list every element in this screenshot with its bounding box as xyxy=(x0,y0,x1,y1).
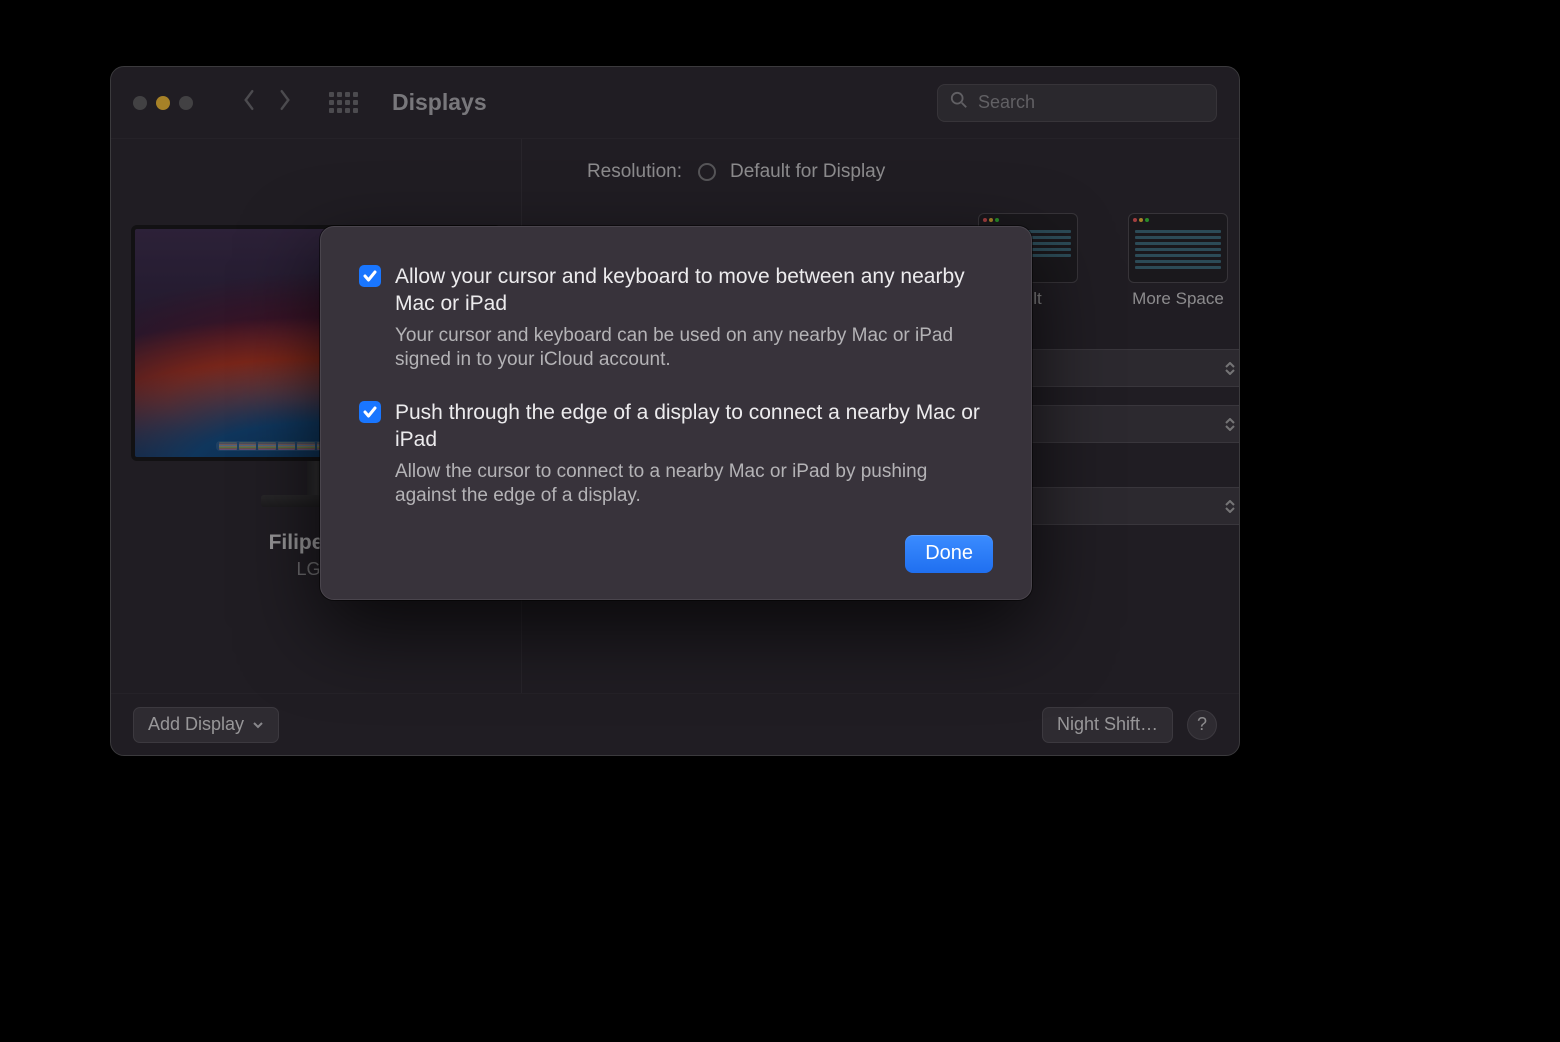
option1-description: Your cursor and keyboard can be used on … xyxy=(395,324,993,373)
universal-control-sheet: Allow your cursor and keyboard to move b… xyxy=(320,226,1032,600)
updown-icon xyxy=(1225,362,1235,375)
zoom-button[interactable] xyxy=(179,96,193,110)
option1-title: Allow your cursor and keyboard to move b… xyxy=(395,263,993,318)
checkbox-push-through-edge[interactable] xyxy=(359,401,381,423)
updown-icon xyxy=(1225,418,1235,431)
option-allow-cursor-keyboard: Allow your cursor and keyboard to move b… xyxy=(359,263,993,373)
resolution-label: Resolution: xyxy=(552,161,682,183)
minimize-button[interactable] xyxy=(156,96,170,110)
option-push-through-edge: Push through the edge of a display to co… xyxy=(359,399,993,509)
done-label: Done xyxy=(925,542,973,564)
window-controls xyxy=(133,96,193,110)
toolbar: Displays xyxy=(111,67,1239,139)
checkmark-icon xyxy=(363,270,377,282)
add-display-label: Add Display xyxy=(148,714,244,735)
done-button[interactable]: Done xyxy=(905,535,993,573)
help-button[interactable]: ? xyxy=(1187,710,1217,740)
updown-icon xyxy=(1225,500,1235,513)
night-shift-label: Night Shift… xyxy=(1057,714,1158,735)
window-footer: Add Display Night Shift… ? xyxy=(111,693,1239,755)
chevron-down-icon xyxy=(252,721,264,729)
close-button[interactable] xyxy=(133,96,147,110)
forward-button[interactable] xyxy=(277,89,293,116)
sheet-actions: Done xyxy=(359,535,993,573)
scaled-thumb-more xyxy=(1128,213,1228,283)
option2-title: Push through the edge of a display to co… xyxy=(395,399,993,454)
resolution-row: Resolution: Default for Display xyxy=(552,161,1240,183)
search-icon xyxy=(950,91,968,114)
scaled-option-more-space[interactable]: More Space xyxy=(1108,213,1240,309)
resolution-default-radio[interactable]: Default for Display xyxy=(698,161,885,183)
resolution-default-label: Default for Display xyxy=(730,161,885,183)
search-input[interactable] xyxy=(978,92,1210,113)
window-title: Displays xyxy=(392,89,487,116)
checkbox-allow-cursor-keyboard[interactable] xyxy=(359,265,381,287)
back-button[interactable] xyxy=(241,89,257,116)
nav-arrows xyxy=(241,89,293,116)
scaled-label-more: More Space xyxy=(1132,289,1224,309)
checkmark-icon xyxy=(363,406,377,418)
help-icon: ? xyxy=(1197,714,1207,735)
night-shift-button[interactable]: Night Shift… xyxy=(1042,707,1173,743)
search-field[interactable] xyxy=(937,84,1217,122)
add-display-button[interactable]: Add Display xyxy=(133,707,279,743)
option2-description: Allow the cursor to connect to a nearby … xyxy=(395,460,993,509)
radio-icon xyxy=(698,163,716,181)
show-all-icon[interactable] xyxy=(329,92,358,113)
